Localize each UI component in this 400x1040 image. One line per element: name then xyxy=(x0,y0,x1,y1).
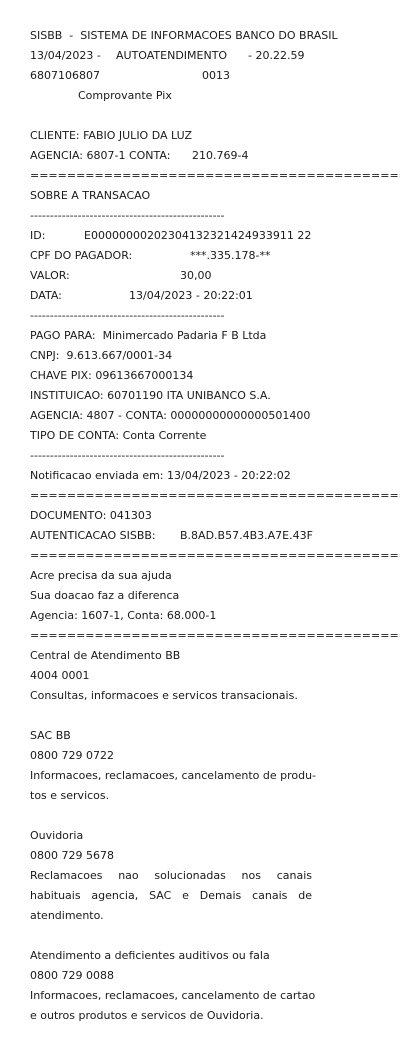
client-agency: AGENCIA: 6807-1 CONTA: xyxy=(30,149,171,162)
ombudsman-description-3: atendimento. xyxy=(30,909,104,922)
header-channel: AUTOATENDIMENTO xyxy=(116,49,228,62)
header-date: 13/04/2023 - xyxy=(30,49,101,62)
auth-value: B.8AD.B57.4B3.A7E.43F xyxy=(180,529,313,542)
date-label: DATA: xyxy=(30,289,62,302)
sac-description-1: Informacoes, reclamacoes, cancelamento d… xyxy=(30,769,317,782)
donation-line-1: Acre precisa da sua ajuda xyxy=(30,569,172,582)
receipt-title: Comprovante Pix xyxy=(78,89,172,102)
sequence-number: 0013 xyxy=(202,69,230,82)
receipt-page: { "header": { "system": "SISBB - SISTEMA… xyxy=(0,0,400,1040)
ombudsman-title: Ouvidoria xyxy=(30,829,84,842)
donation-line-2: Sua doacao faz a diferenca xyxy=(30,589,180,602)
datetime-row: 13/04/2023 - AUTOATENDIMENTO - 20.22.59 xyxy=(30,46,400,66)
single-separator: ----------------------------------------… xyxy=(30,309,225,322)
payee-pix-key: CHAVE PIX: 09613667000134 xyxy=(30,369,194,382)
payer-cpf-value: ***.335.178-** xyxy=(190,249,271,262)
double-separator: ========================================… xyxy=(30,169,400,182)
transaction-id-row: ID: E00000000202304132321424933911 22 xyxy=(30,226,400,246)
id-label: ID: xyxy=(30,229,46,242)
auth-label: AUTENTICACAO SISBB: xyxy=(30,529,156,542)
accessibility-phone: 0800 729 0088 xyxy=(30,969,114,982)
payee-cnpj: CNPJ: 9.613.667/0001-34 xyxy=(30,349,173,362)
payer-cpf-row: CPF DO PAGADOR: ***.335.178-** xyxy=(30,246,400,266)
sac-title: SAC BB xyxy=(30,729,71,742)
payee-account-type: TIPO DE CONTA: Conta Corrente xyxy=(30,429,207,442)
double-separator: ========================================… xyxy=(30,489,400,502)
ombudsman-description-2: habituais agencia, SAC e Demais canais d… xyxy=(30,889,312,902)
single-separator: ----------------------------------------… xyxy=(30,209,225,222)
date-value: 13/04/2023 - 20:22:01 xyxy=(129,289,253,302)
accessibility-description-1: Informacoes, reclamacoes, cancelamento d… xyxy=(30,989,316,1002)
value-label: VALOR: xyxy=(30,269,70,282)
client-name: CLIENTE: FABIO JULIO DA LUZ xyxy=(30,129,192,142)
single-separator: ----------------------------------------… xyxy=(30,449,225,462)
payee-institution: INSTITUICAO: 60701190 ITA UNIBANCO S.A. xyxy=(30,389,271,402)
sac-phone: 0800 729 0722 xyxy=(30,749,114,762)
authentication-row: AUTENTICACAO SISBB: B.8AD.B57.4B3.A7E.43… xyxy=(30,526,400,546)
document-number: DOCUMENTO: 041303 xyxy=(30,509,152,522)
notification-line: Notificacao enviada em: 13/04/2023 - 20:… xyxy=(30,469,291,482)
terminal-number: 6807106807 xyxy=(30,69,100,82)
double-separator: ========================================… xyxy=(30,629,400,642)
central-description: Consultas, informacoes e servicos transa… xyxy=(30,689,298,702)
accessibility-title: Atendimento a deficientes auditivos ou f… xyxy=(30,949,270,962)
terminal-row: 6807106807 0013 xyxy=(30,66,400,86)
ombudsman-description-1: Reclamacoes nao solucionadas nos canais xyxy=(30,869,312,882)
payee-name: PAGO PARA: Minimercado Padaria F B Ltda xyxy=(30,329,267,342)
client-account-row: AGENCIA: 6807-1 CONTA: 210.769-4 xyxy=(30,146,400,166)
client-account: 210.769-4 xyxy=(192,149,249,162)
value-row: VALOR: 30,00 xyxy=(30,266,400,286)
value-amount: 30,00 xyxy=(180,269,212,282)
donation-line-3: Agencia: 1607-1, Conta: 68.000-1 xyxy=(30,609,217,622)
transaction-section-title: SOBRE A TRANSACAO xyxy=(30,189,151,202)
header-time: - 20.22.59 xyxy=(248,49,305,62)
accessibility-description-2: e outros produtos e servicos de Ouvidori… xyxy=(30,1009,264,1022)
double-separator: ========================================… xyxy=(30,549,400,562)
system-header: SISBB - SISTEMA DE INFORMACOES BANCO DO … xyxy=(30,29,338,42)
pix-receipt: SISBB - SISTEMA DE INFORMACOES BANCO DO … xyxy=(30,26,400,1026)
central-phone: 4004 0001 xyxy=(30,669,90,682)
sac-description-2: tos e servicos. xyxy=(30,789,110,802)
ombudsman-phone: 0800 729 5678 xyxy=(30,849,114,862)
payee-agency-account: AGENCIA: 4807 - CONTA: 00000000000000501… xyxy=(30,409,311,422)
id-value: E00000000202304132321424933911 22 xyxy=(84,229,312,242)
payer-cpf-label: CPF DO PAGADOR: xyxy=(30,249,133,262)
central-title: Central de Atendimento BB xyxy=(30,649,181,662)
transaction-date-row: DATA: 13/04/2023 - 20:22:01 xyxy=(30,286,400,306)
